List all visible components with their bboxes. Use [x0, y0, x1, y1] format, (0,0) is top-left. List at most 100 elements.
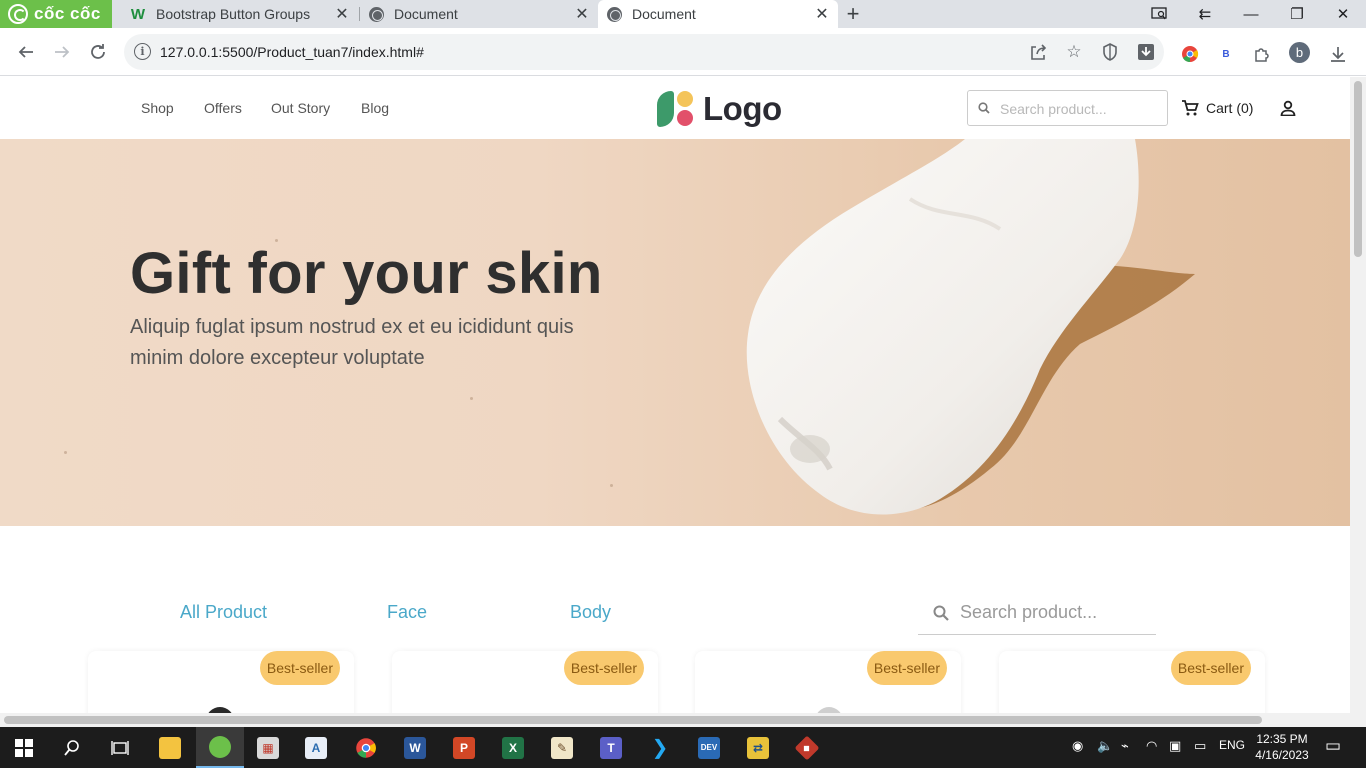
- product-filters: All Product Face Body: [0, 526, 1350, 646]
- user-icon[interactable]: [1280, 100, 1296, 116]
- globe-icon: [368, 6, 384, 22]
- cart-icon: [1182, 100, 1199, 116]
- chrome-extension-icon[interactable]: [1180, 44, 1200, 64]
- product-card[interactable]: Best-seller: [695, 651, 961, 713]
- file-explorer-icon[interactable]: [146, 727, 194, 768]
- header-search-input[interactable]: [1000, 99, 1160, 119]
- close-tab-icon[interactable]: ✕: [572, 4, 592, 24]
- globe-icon: [606, 6, 622, 22]
- browser-tab-2[interactable]: Document ✕: [360, 0, 598, 28]
- wifi-icon[interactable]: ◠: [1146, 738, 1157, 754]
- start-icon[interactable]: [0, 727, 48, 768]
- browser-tab-3[interactable]: Document ✕: [598, 0, 838, 28]
- forward-arrow-icon[interactable]: [48, 38, 76, 66]
- clock[interactable]: 12:35 PM 4/16/2023: [1252, 731, 1312, 763]
- battery-icon[interactable]: ▭: [1194, 738, 1206, 754]
- tab-title: Document: [632, 6, 696, 22]
- tab-search-icon[interactable]: [1136, 0, 1182, 28]
- b-extension-icon[interactable]: B: [1216, 44, 1236, 64]
- back-arrow-icon[interactable]: [12, 38, 40, 66]
- site-header: Shop Offers Out Story Blog Logo Cart (0): [0, 77, 1350, 139]
- git-icon[interactable]: ◆: [783, 727, 831, 768]
- site-info-icon[interactable]: i: [134, 43, 151, 60]
- browser-brand[interactable]: cốc cốc: [0, 0, 112, 28]
- word-icon[interactable]: W: [391, 727, 439, 768]
- windows-taskbar: ▦ A W P X ✎ T ❯ DEV ⇄ ◆ ◉ 🔈 ⌁ ◠ ▣ ▭ ENG …: [0, 727, 1366, 768]
- close-window-icon[interactable]: ✕: [1320, 0, 1366, 28]
- search-icon[interactable]: [48, 727, 96, 768]
- clock-date: 4/16/2023: [1255, 748, 1309, 762]
- url-text[interactable]: 127.0.0.1:5500/Product_tuan7/index.html#: [160, 44, 424, 60]
- best-seller-badge: Best-seller: [1170, 651, 1251, 685]
- nav-shop[interactable]: Shop: [141, 100, 174, 116]
- share-icon[interactable]: [1028, 42, 1048, 62]
- download-page-icon[interactable]: [1136, 42, 1156, 62]
- coccoc-logo-icon: [8, 4, 28, 24]
- shield-icon[interactable]: [1100, 42, 1120, 62]
- nav-out-story[interactable]: Out Story: [271, 100, 330, 116]
- teams-icon[interactable]: T: [587, 727, 635, 768]
- close-tab-icon[interactable]: ✕: [812, 4, 832, 24]
- new-tab-icon[interactable]: +: [842, 1, 864, 26]
- teams-tray-icon[interactable]: ◉: [1072, 738, 1083, 754]
- coccoc-icon[interactable]: [196, 727, 244, 768]
- downloads-icon[interactable]: [1328, 44, 1348, 64]
- minimize-icon[interactable]: —: [1228, 0, 1274, 28]
- hero-banner: Gift for your skin Aliquip fuglat ipsum …: [0, 139, 1350, 526]
- filter-tab-body[interactable]: Body: [570, 602, 611, 623]
- filter-tab-face[interactable]: Face: [387, 602, 427, 623]
- restore-icon[interactable]: ❐: [1274, 0, 1320, 28]
- chrome-icon[interactable]: [342, 727, 390, 768]
- product-card[interactable]: Best-seller: [999, 651, 1265, 713]
- address-bar[interactable]: i 127.0.0.1:5500/Product_tuan7/index.htm…: [124, 34, 1164, 70]
- product-search-input[interactable]: [960, 600, 1150, 624]
- paint-brush-icon[interactable]: ✎: [538, 727, 586, 768]
- horizontal-scrollbar[interactable]: [0, 713, 1366, 727]
- scrollbar-thumb[interactable]: [4, 716, 1262, 724]
- volume-icon[interactable]: 🔈: [1097, 738, 1113, 754]
- devc-icon[interactable]: DEV: [685, 727, 733, 768]
- task-view-icon[interactable]: [96, 727, 144, 768]
- cart-button[interactable]: Cart (0): [1181, 99, 1253, 117]
- language-indicator[interactable]: ENG: [1219, 738, 1245, 752]
- logo-mark-icon: [657, 90, 695, 128]
- bookmark-star-icon[interactable]: ☆: [1064, 42, 1084, 62]
- header-search[interactable]: [967, 90, 1168, 126]
- app-icon[interactable]: ⇄: [734, 727, 782, 768]
- paint-app-icon[interactable]: A: [292, 727, 340, 768]
- browser-brand-label: cốc cốc: [34, 4, 101, 23]
- clock-time: 12:35 PM: [1256, 732, 1308, 746]
- calendar-app-icon[interactable]: ▦: [244, 727, 292, 768]
- puzzle-extensions-icon[interactable]: [1252, 44, 1272, 64]
- site-logo[interactable]: Logo: [657, 89, 782, 129]
- cream-swatch-image: [746, 139, 1195, 515]
- network-off-icon[interactable]: ⌁: [1121, 738, 1129, 754]
- browser-tab-1[interactable]: W Bootstrap Button Groups ✕: [120, 0, 358, 28]
- browser-toolbar: i 127.0.0.1:5500/Product_tuan7/index.htm…: [0, 28, 1366, 76]
- w3schools-icon: W: [130, 5, 146, 23]
- security-tray-icon[interactable]: ▣: [1169, 738, 1181, 754]
- best-seller-badge: Best-seller: [866, 651, 947, 685]
- search-icon: [978, 102, 990, 114]
- scrollbar-thumb[interactable]: [1354, 81, 1362, 257]
- notifications-icon[interactable]: ▭: [1325, 736, 1341, 756]
- excel-icon[interactable]: X: [489, 727, 537, 768]
- cart-label: Cart (0): [1206, 100, 1254, 116]
- hero-subtitle: Aliquip fuglat ipsum nostrud ex et eu ic…: [130, 316, 574, 369]
- hero-title: Gift for your skin: [130, 241, 603, 306]
- close-tab-icon[interactable]: ✕: [332, 4, 352, 24]
- browser-tab-bar: cốc cốc W Bootstrap Button Groups ✕ Docu…: [0, 0, 1366, 28]
- vertical-scrollbar[interactable]: [1350, 77, 1366, 713]
- back-history-icon[interactable]: ⇇: [1182, 0, 1228, 28]
- product-search[interactable]: [918, 589, 1156, 635]
- product-card[interactable]: Best-seller: [392, 651, 658, 713]
- best-seller-badge: Best-seller: [563, 651, 644, 685]
- product-card[interactable]: Best-seller: [88, 651, 354, 713]
- nav-offers[interactable]: Offers: [204, 100, 242, 116]
- filter-tab-all-product[interactable]: All Product: [180, 602, 267, 623]
- powerpoint-icon[interactable]: P: [440, 727, 488, 768]
- vscode-icon[interactable]: ❯: [636, 727, 684, 768]
- profile-avatar[interactable]: b: [1289, 42, 1310, 63]
- reload-icon[interactable]: [84, 38, 112, 66]
- nav-blog[interactable]: Blog: [361, 100, 389, 116]
